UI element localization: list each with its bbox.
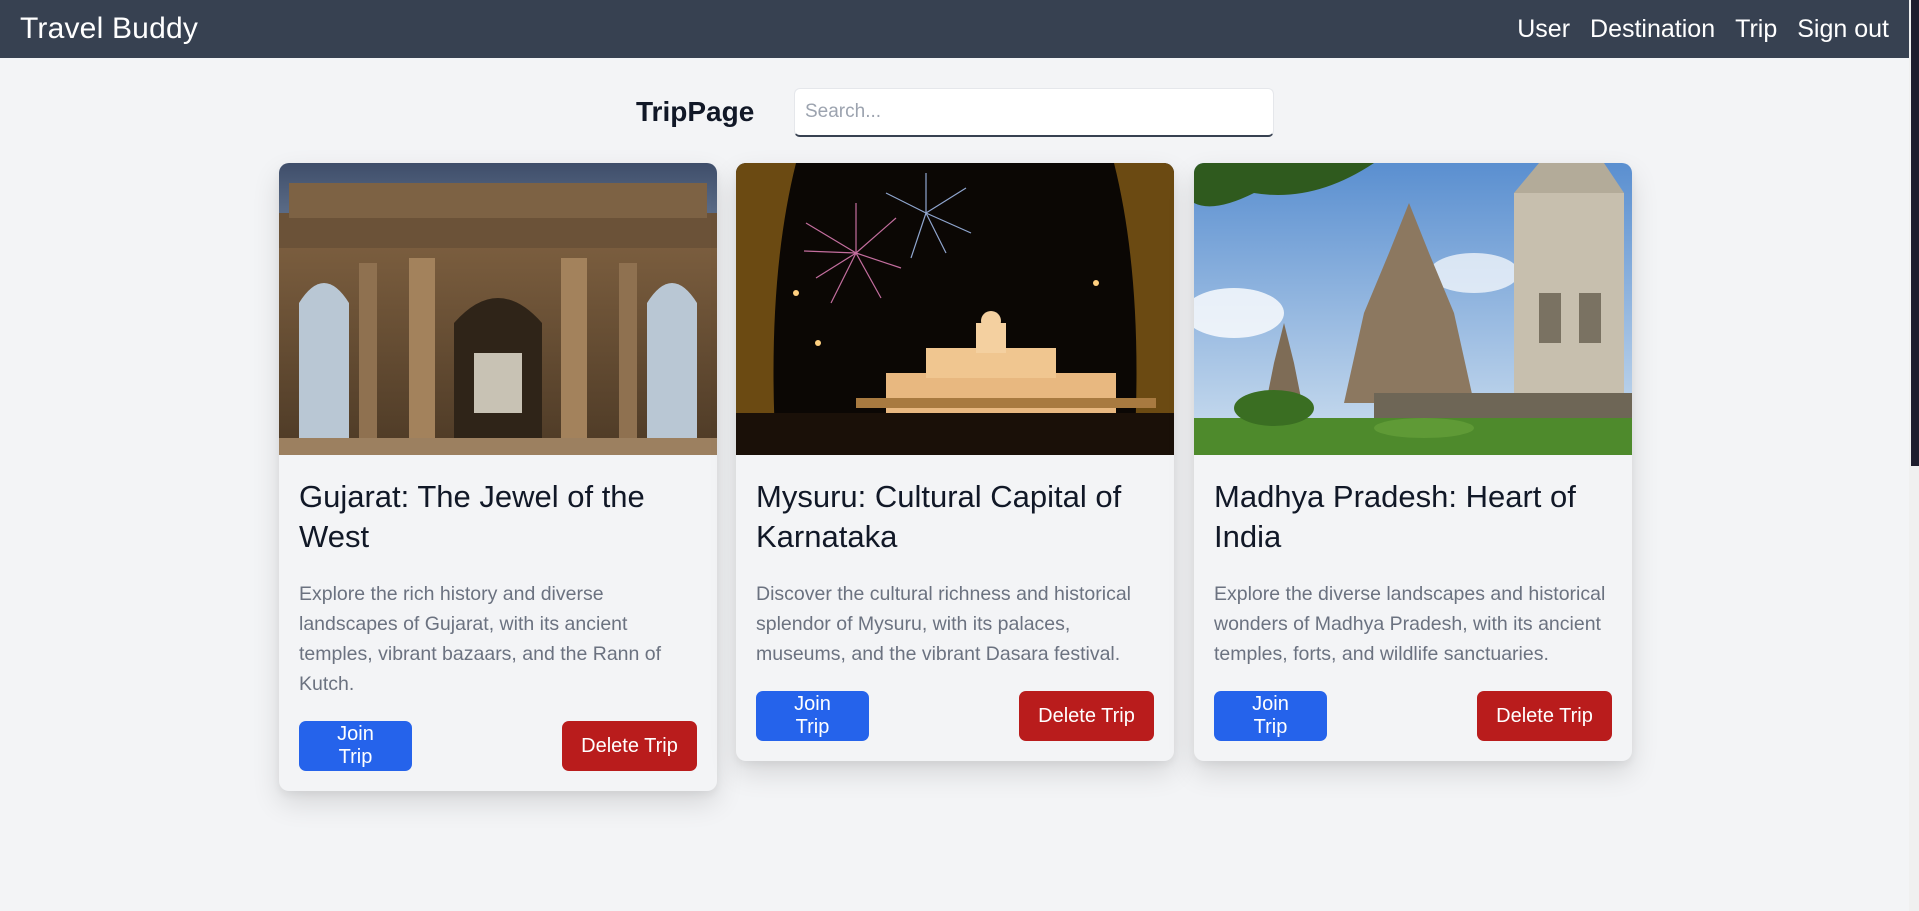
trip-card-gujarat: Gujarat: The Jewel of the West Explore t… [279, 163, 717, 791]
card-actions: Join Trip Delete Trip [1214, 691, 1612, 741]
top-navbar: Travel Buddy User Destination Trip Sign … [0, 0, 1909, 58]
trip-image-madhya-pradesh [1194, 163, 1632, 455]
page-scrollbar[interactable] [1909, 0, 1919, 911]
card-body: Madhya Pradesh: Heart of India Explore t… [1194, 455, 1632, 761]
delete-trip-button[interactable]: Delete Trip [1477, 691, 1612, 741]
card-body: Gujarat: The Jewel of the West Explore t… [279, 455, 717, 791]
trip-card-madhya-pradesh: Madhya Pradesh: Heart of India Explore t… [1194, 163, 1632, 761]
trip-image-gujarat [279, 163, 717, 455]
delete-trip-button[interactable]: Delete Trip [1019, 691, 1154, 741]
join-trip-button[interactable]: Join Trip [299, 721, 412, 771]
trip-title: Gujarat: The Jewel of the West [299, 479, 645, 554]
trip-description: Explore the rich history and diverse lan… [299, 583, 662, 695]
trip-description: Discover the cultural richness and histo… [756, 583, 1131, 665]
delete-trip-button[interactable]: Delete Trip [562, 721, 697, 771]
nav-link-destination[interactable]: Destination [1590, 15, 1715, 44]
trip-title: Mysuru: Cultural Capital of Karnataka [756, 479, 1122, 554]
nav-link-sign-out[interactable]: Sign out [1797, 15, 1889, 44]
card-body: Mysuru: Cultural Capital of Karnataka Di… [736, 455, 1174, 761]
trip-image-mysuru [736, 163, 1174, 455]
nav-link-trip[interactable]: Trip [1735, 15, 1777, 44]
nav-links: User Destination Trip Sign out [1517, 15, 1889, 44]
trip-title: Madhya Pradesh: Heart of India [1214, 479, 1576, 554]
trip-card-mysuru: Mysuru: Cultural Capital of Karnataka Di… [736, 163, 1174, 761]
join-trip-button[interactable]: Join Trip [756, 691, 869, 741]
trip-description: Explore the diverse landscapes and histo… [1214, 583, 1606, 665]
search-input[interactable] [794, 88, 1274, 137]
join-trip-button[interactable]: Join Trip [1214, 691, 1327, 741]
card-actions: Join Trip Delete Trip [756, 691, 1154, 741]
nav-link-user[interactable]: User [1517, 15, 1570, 44]
page-title: TripPage [636, 96, 755, 127]
scrollbar-thumb[interactable] [1911, 0, 1919, 466]
brand-logo[interactable]: Travel Buddy [20, 12, 198, 46]
card-actions: Join Trip Delete Trip [299, 721, 697, 771]
